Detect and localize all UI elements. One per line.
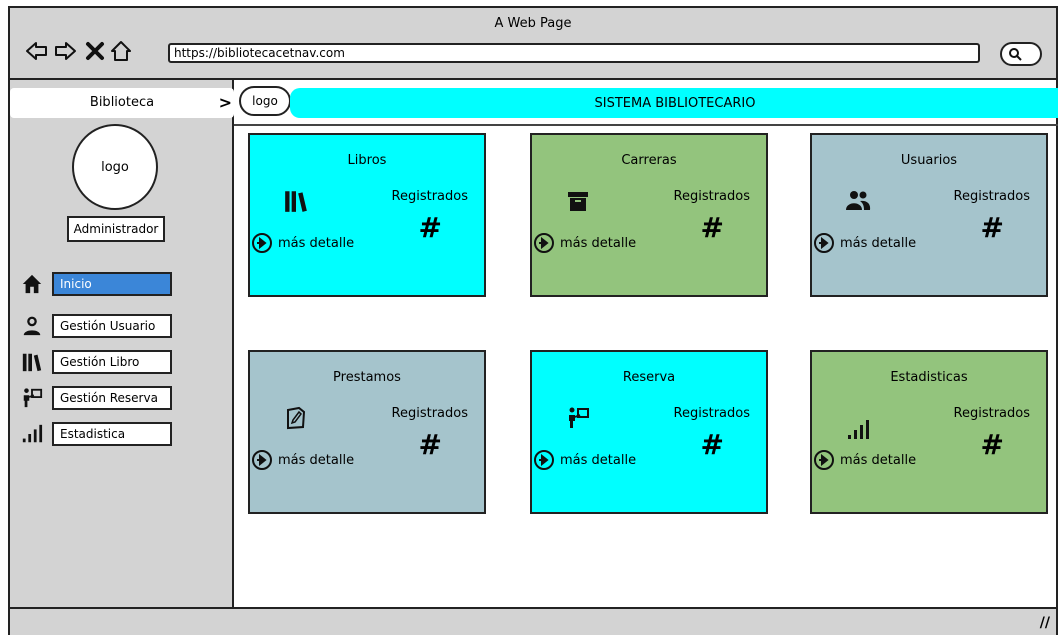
registered-label: Registrados [673, 406, 750, 421]
sidebar-item-gestion-libro[interactable]: Gestión Libro [20, 350, 172, 374]
url-input[interactable]: https://bibliotecacetnav.com [168, 43, 980, 63]
registered-count: # [418, 211, 442, 244]
card-title: Carreras [621, 153, 677, 168]
window-title: A Web Page [494, 16, 572, 31]
more-details-link[interactable]: más detalle [814, 233, 916, 253]
status-bar: // [10, 607, 1056, 635]
arrow-right-circle-icon [814, 233, 834, 253]
sidebar-item-label: Gestión Reserva [52, 386, 172, 410]
more-details-link[interactable]: más detalle [534, 450, 636, 470]
registered-label: Registrados [391, 189, 468, 204]
more-details-label: más detalle [560, 235, 637, 251]
sidebar-logo: logo [72, 124, 158, 210]
registered-count: # [980, 428, 1004, 461]
card-prestamos[interactable]: Prestamos Registrados # más detalle [248, 350, 486, 514]
arrow-right-circle-icon [534, 233, 554, 253]
signal-icon [20, 422, 44, 446]
card-libros[interactable]: Libros Registrados # más detalle [248, 133, 486, 297]
browser-window: A Web Page https://bibliotecacetnav.com … [8, 6, 1058, 635]
sidebar: Biblioteca > logo Administrador Inicio G… [10, 80, 234, 607]
forward-button[interactable] [52, 38, 78, 64]
header-divider [234, 124, 1058, 126]
search-button[interactable] [1000, 42, 1042, 66]
arrow-right-circle-icon [252, 233, 272, 253]
registered-count: # [418, 428, 442, 461]
card-estadisticas[interactable]: Estadisticas Registrados # más detalle [810, 350, 1048, 514]
home-button[interactable] [108, 38, 134, 64]
arrow-left-icon [26, 42, 47, 60]
note-icon [282, 404, 310, 432]
stop-button[interactable] [82, 38, 108, 64]
home-icon [111, 41, 131, 61]
card-carreras[interactable]: Carreras Registrados # más detalle [530, 133, 768, 297]
user-icon [20, 314, 44, 338]
chevron-right-icon[interactable]: > [219, 88, 232, 118]
more-details-link[interactable]: más detalle [252, 450, 354, 470]
arrow-right-circle-icon [814, 450, 834, 470]
arrow-right-circle-icon [252, 450, 272, 470]
sidebar-item-label: Inicio [52, 272, 172, 296]
reserve-icon [564, 404, 592, 432]
registered-count: # [980, 211, 1004, 244]
more-details-link[interactable]: más detalle [814, 450, 916, 470]
arrow-right-circle-icon [534, 450, 554, 470]
registered-count: # [700, 211, 724, 244]
card-title: Usuarios [900, 153, 958, 168]
sidebar-item-label: Estadistica [52, 422, 172, 446]
card-title: Prestamos [333, 370, 401, 385]
card-reserva[interactable]: Reserva Registrados # más detalle [530, 350, 768, 514]
search-icon [1009, 48, 1022, 61]
sidebar-item-label: Gestión Usuario [52, 314, 172, 338]
card-title: Libros [347, 153, 387, 168]
registered-label: Registrados [673, 189, 750, 204]
more-details-label: más detalle [840, 452, 917, 468]
sidebar-item-gestion-usuario[interactable]: Gestión Usuario [20, 314, 172, 338]
more-details-label: más detalle [560, 452, 637, 468]
page-title: SISTEMA BIBLIOTECARIO [290, 88, 1058, 118]
books-icon [20, 350, 44, 374]
archive-icon [564, 187, 592, 215]
sidebar-item-gestion-reserva[interactable]: Gestión Reserva [20, 386, 172, 410]
registered-label: Registrados [953, 406, 1030, 421]
registered-label: Registrados [391, 406, 468, 421]
resize-grip-icon[interactable]: // [1040, 615, 1050, 631]
card-title: Estadisticas [890, 370, 968, 385]
sidebar-item-inicio[interactable]: Inicio [20, 272, 172, 296]
arrow-right-icon [55, 42, 76, 60]
sidebar-header[interactable]: Biblioteca > [10, 88, 234, 118]
close-icon [86, 42, 104, 60]
home-icon [20, 272, 44, 296]
more-details-label: más detalle [840, 235, 917, 251]
books-icon [282, 187, 310, 215]
more-details-link[interactable]: más detalle [534, 233, 636, 253]
user-role-label: Administrador [67, 216, 165, 242]
card-title: Reserva [622, 370, 676, 385]
users-icon [844, 187, 872, 215]
registered-count: # [700, 428, 724, 461]
more-details-link[interactable]: más detalle [252, 233, 354, 253]
more-details-label: más detalle [278, 235, 355, 251]
registered-label: Registrados [953, 189, 1030, 204]
browser-titlebar: A Web Page https://bibliotecacetnav.com [10, 8, 1056, 80]
signal-icon [844, 416, 872, 444]
sidebar-item-estadistica[interactable]: Estadistica [20, 422, 172, 446]
sidebar-item-label: Gestión Libro [52, 350, 172, 374]
card-usuarios[interactable]: Usuarios Registrados # más detalle [810, 133, 1048, 297]
reserve-icon [20, 386, 44, 410]
sidebar-header-label: Biblioteca [89, 95, 155, 110]
more-details-label: más detalle [278, 452, 355, 468]
back-button[interactable] [24, 38, 50, 64]
header-logo: logo [239, 86, 291, 116]
